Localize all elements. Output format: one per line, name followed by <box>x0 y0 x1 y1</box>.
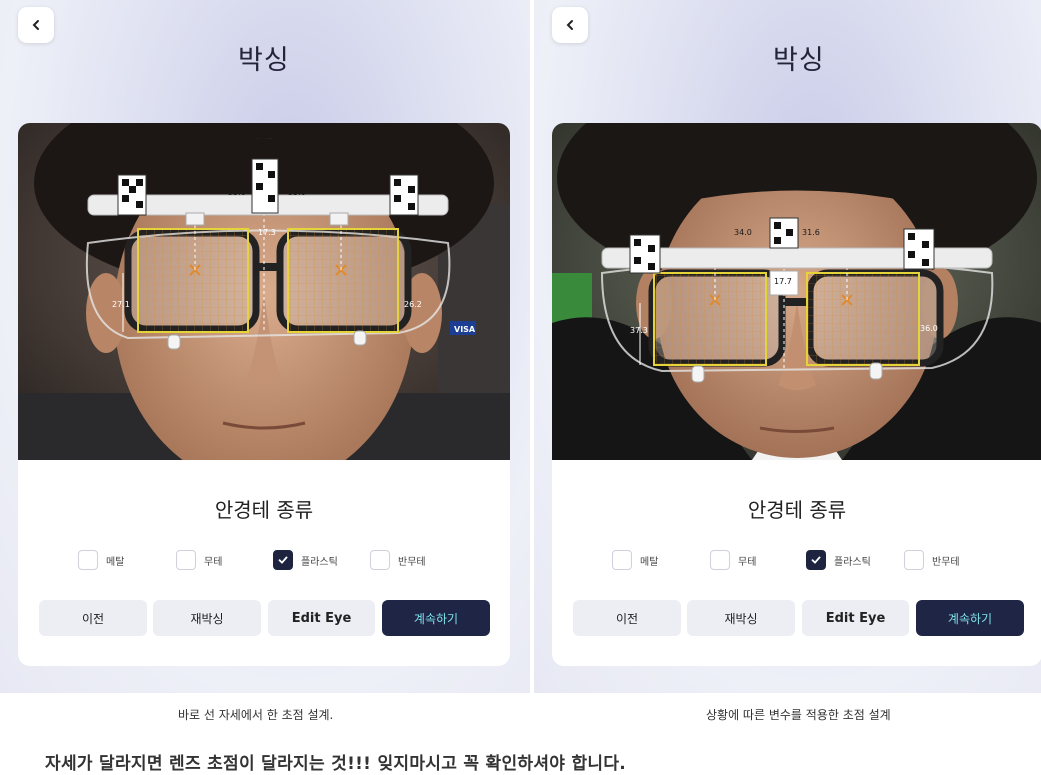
rimless-checkbox[interactable] <box>710 550 730 570</box>
back-button[interactable] <box>18 7 54 43</box>
measure-height-right: 26.2 <box>404 300 422 309</box>
measure-pd-right: 31.6 <box>802 228 820 237</box>
chevron-left-icon <box>566 20 573 30</box>
page-title: 박싱 <box>238 45 290 76</box>
option-rimless[interactable]: 무테 <box>176 550 222 570</box>
measure-height-right: 36.0 <box>920 324 938 333</box>
continue-button[interactable]: 계속하기 <box>916 600 1024 636</box>
measure-pd-left: 34.0 <box>734 228 752 237</box>
prev-button[interactable]: 이전 <box>39 600 147 636</box>
rimless-checkbox[interactable] <box>176 550 196 570</box>
continue-button[interactable]: 계속하기 <box>382 600 490 636</box>
semi-rimless-checkbox[interactable] <box>370 550 390 570</box>
edit-eye-button[interactable]: Edit Eye <box>268 600 375 636</box>
option-semi-rimless[interactable]: 반무테 <box>370 550 426 570</box>
option-label: 플라스틱 <box>301 556 338 568</box>
page-title: 박싱 <box>773 45 825 76</box>
frame-type-card: 안경테 종류 메탈 무테 플라스틱 반무테 이전 재박싱 Edit Eye 계속… <box>552 460 1041 666</box>
visa-badge: VISA <box>454 325 476 334</box>
frame-type-title: 안경테 종류 <box>747 498 847 522</box>
measure-bridge: 17.7 <box>774 277 792 286</box>
metal-checkbox[interactable] <box>78 550 98 570</box>
option-label: 플라스틱 <box>834 556 871 568</box>
option-label: 무테 <box>204 556 223 568</box>
option-rimless[interactable]: 무테 <box>710 550 756 570</box>
option-label: 반무테 <box>398 556 426 568</box>
edit-eye-button[interactable]: Edit Eye <box>802 600 909 636</box>
option-semi-rimless[interactable]: 반무테 <box>904 550 960 570</box>
measure-bridge: 17.3 <box>258 228 276 237</box>
checkmark-icon <box>278 556 288 564</box>
metal-checkbox[interactable] <box>612 550 632 570</box>
option-metal[interactable]: 메탈 <box>612 550 658 570</box>
left-caption: 바로 선 자세에서 한 초점 설계. <box>178 708 334 722</box>
prev-button[interactable]: 이전 <box>573 600 681 636</box>
measure-pd-left: 33.0 <box>228 188 246 197</box>
option-label: 메탈 <box>106 556 125 568</box>
measure-pd-right: 33.0 <box>288 188 306 197</box>
option-plastic[interactable]: 플라스틱 <box>806 550 871 570</box>
face-photo: 33.0 33.0 17.3 27.1 26.2 VISA <box>18 123 510 460</box>
chevron-left-icon <box>32 20 39 30</box>
frame-type-card: 안경테 종류 메탈 무테 플라스틱 반무테 이전 재박싱 Edit Eye 계속… <box>18 460 510 666</box>
semi-rimless-checkbox[interactable] <box>904 550 924 570</box>
option-plastic[interactable]: 플라스틱 <box>273 550 338 570</box>
measure-height-left: 27.1 <box>112 300 130 309</box>
right-screen: 박싱 34.0 31.6 17.7 37.3 36.0 안경테 종류 메탈 무테… <box>534 0 1041 693</box>
frame-type-title: 안경테 종류 <box>214 498 314 522</box>
option-metal[interactable]: 메탈 <box>78 550 124 570</box>
face-photo: 34.0 31.6 17.7 37.3 36.0 <box>552 123 1041 460</box>
rebox-button[interactable]: 재박싱 <box>687 600 795 636</box>
plastic-checkbox[interactable] <box>806 550 826 570</box>
right-caption: 상황에 따른 변수를 적용한 초점 설계 <box>706 708 891 722</box>
option-label: 무테 <box>738 556 757 568</box>
rebox-button[interactable]: 재박싱 <box>153 600 261 636</box>
left-screen: 박싱 33.0 33.0 17.3 27.1 26.2 VISA 안경테 종류 … <box>0 0 530 693</box>
option-label: 메탈 <box>640 556 659 568</box>
checkmark-icon <box>811 556 821 564</box>
plastic-checkbox[interactable] <box>273 550 293 570</box>
measure-height-left: 37.3 <box>630 326 648 335</box>
option-label: 반무테 <box>932 556 960 568</box>
back-button[interactable] <box>552 7 588 43</box>
footnote: 자세가 달라지면 렌즈 초점이 달라지는 것!!! 잊지마시고 꼭 확인하셔야 … <box>45 754 627 774</box>
